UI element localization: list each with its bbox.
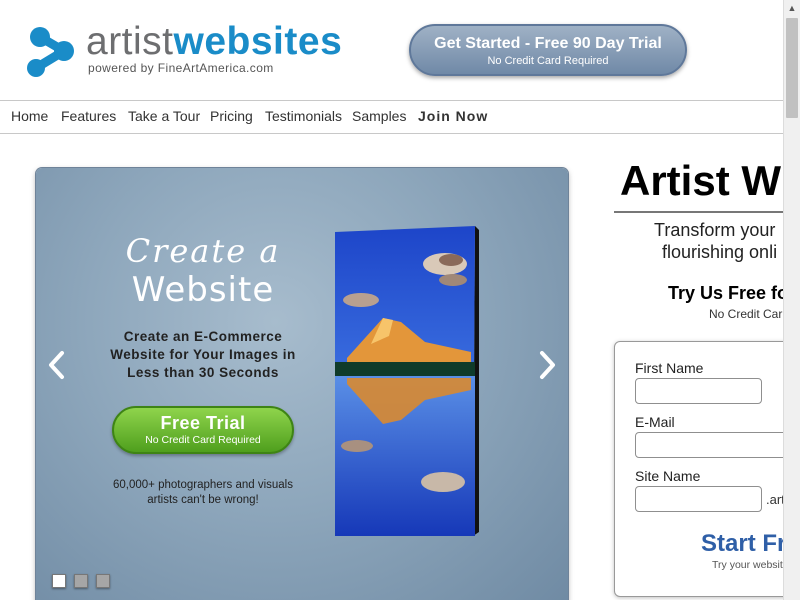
page: artistwebsites powered by FineArtAmerica… [0,0,783,600]
site-header: artistwebsites powered by FineArtAmerica… [0,0,783,100]
hero-slider: Create a Website Create an E-Commerce We… [36,168,568,600]
social-proof-text: 60,000+ photographers and visuals artist… [113,479,293,506]
slide-title-main: Website [131,270,275,310]
logo-mark-icon [27,27,74,77]
logo-word-artist: artist [86,20,174,63]
signup-subheading: Transform your flourishing onli [626,219,783,263]
vertical-scrollbar[interactable]: ▲ [783,0,800,600]
logo-wordmark[interactable]: artistwebsites [86,20,342,64]
slider-pagination [52,574,118,593]
scrollbar-thumb[interactable] [786,18,798,118]
free-trial-label: Free Trial [160,413,246,433]
nav-take-a-tour[interactable]: Take a Tour [128,108,200,124]
nav-join-now[interactable]: Join Now [418,108,488,124]
canvas-print-image [335,226,479,536]
get-started-label: Get Started - Free 90 Day Trial [434,35,662,52]
signup-heading: Artist W [620,157,781,204]
site-name-input[interactable] [635,486,762,512]
main-nav: Home Features Take a Tour Pricing Testim… [0,100,783,134]
email-label: E-Mail [635,414,675,430]
get-started-sublabel: No Credit Card Required [487,55,609,67]
start-free-subtext: Try your websit [712,559,783,571]
site-domain-suffix: .art [766,492,783,507]
scroll-up-arrow-icon[interactable]: ▲ [784,0,800,16]
signup-subheading-line2: flourishing onli [662,242,778,262]
heading-divider [614,211,783,213]
first-name-input[interactable] [635,378,762,404]
nav-samples[interactable]: Samples [352,108,406,124]
email-input[interactable] [635,432,783,458]
slider-dot-3[interactable] [96,574,110,588]
logo-word-websites: websites [173,20,343,63]
free-trial-sublabel: No Credit Card Required [145,434,261,446]
nav-pricing[interactable]: Pricing [210,108,253,124]
chevron-right-icon[interactable] [536,350,558,380]
slider-dot-1[interactable] [52,574,66,588]
chevron-left-icon[interactable] [46,350,68,380]
nav-home[interactable]: Home [11,108,48,124]
no-credit-card-note: No Credit Car [709,307,783,321]
get-started-button[interactable]: Get Started - Free 90 Day Trial No Credi… [409,24,687,76]
signup-subheading-line1: Transform your [654,220,776,240]
nav-features[interactable]: Features [61,108,116,124]
try-free-heading: Try Us Free fo [668,283,783,303]
site-name-label: Site Name [635,468,701,484]
start-free-button[interactable]: Start Fr [701,530,783,558]
first-name-label: First Name [635,360,704,376]
nav-testimonials[interactable]: Testimonials [265,108,342,124]
slide-description: Create an E-Commerce Website for Your Im… [110,329,296,380]
slider-dot-2[interactable] [74,574,88,588]
slide-title-script: Create a [125,232,281,270]
free-trial-button[interactable]: Free Trial No Credit Card Required [112,406,294,454]
powered-by-text: powered by FineArtAmerica.com [88,61,274,75]
